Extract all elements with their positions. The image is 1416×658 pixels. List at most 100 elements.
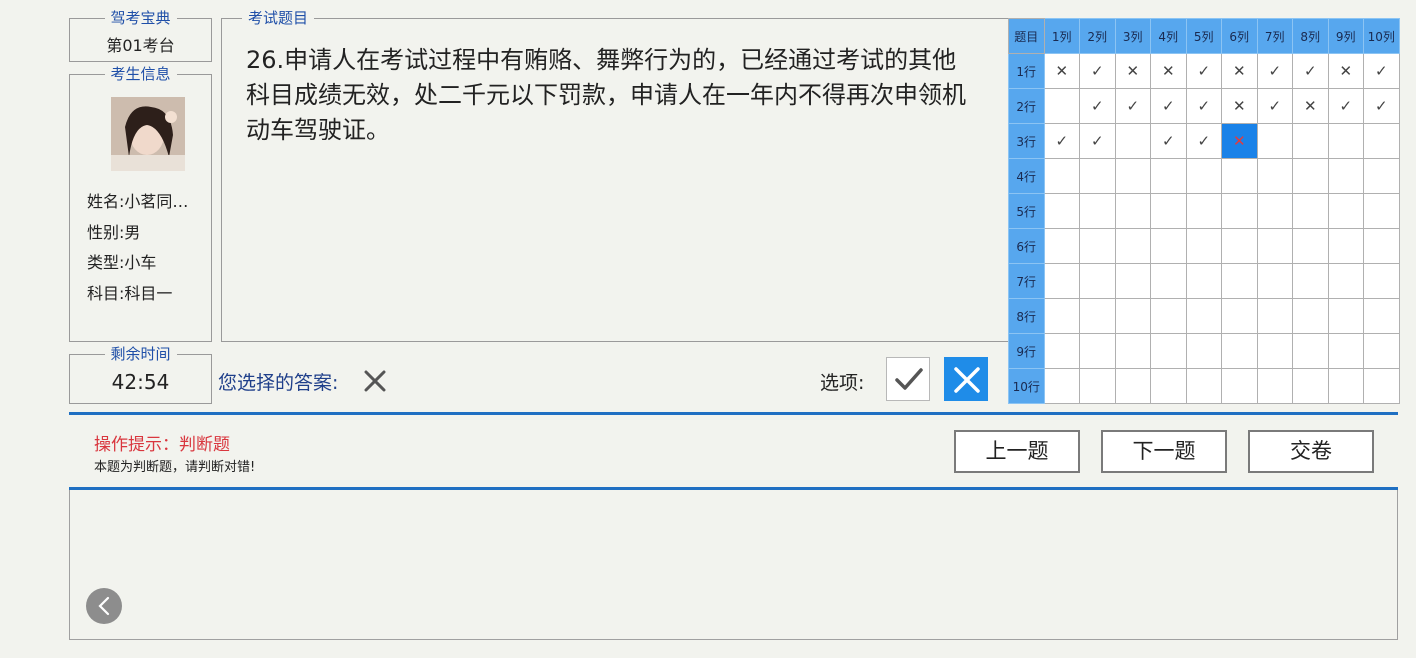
grid-cell[interactable] (1256, 333, 1293, 369)
grid-cell[interactable] (1363, 228, 1400, 264)
grid-cell[interactable] (1185, 158, 1222, 194)
grid-cell[interactable] (1292, 333, 1329, 369)
grid-cell[interactable] (1327, 158, 1364, 194)
grid-cell[interactable] (1043, 88, 1080, 124)
grid-cell[interactable] (1292, 123, 1329, 159)
grid-cell[interactable] (1292, 368, 1329, 404)
grid-cell[interactable] (1043, 333, 1080, 369)
grid-cell[interactable]: ✓ (1185, 53, 1222, 89)
back-button[interactable] (86, 588, 122, 624)
grid-cell[interactable] (1221, 193, 1258, 229)
grid-cell[interactable] (1043, 228, 1080, 264)
grid-cell[interactable] (1150, 333, 1187, 369)
grid-cell[interactable] (1327, 298, 1364, 334)
grid-cell[interactable] (1150, 368, 1187, 404)
grid-cell[interactable] (1043, 193, 1080, 229)
grid-cell[interactable] (1185, 368, 1222, 404)
wrong-option-button[interactable] (944, 357, 988, 401)
grid-cell[interactable] (1114, 228, 1151, 264)
correct-option-button[interactable] (886, 357, 930, 401)
grid-cell[interactable] (1114, 368, 1151, 404)
grid-cell[interactable] (1185, 263, 1222, 299)
submit-exam-button[interactable]: 交卷 (1248, 430, 1374, 473)
grid-cell[interactable] (1079, 368, 1116, 404)
grid-cell[interactable] (1114, 193, 1151, 229)
grid-cell[interactable] (1256, 123, 1293, 159)
grid-cell[interactable] (1079, 298, 1116, 334)
grid-cell[interactable] (1292, 158, 1329, 194)
grid-cell[interactable] (1221, 228, 1258, 264)
grid-cell[interactable] (1292, 298, 1329, 334)
grid-cell[interactable] (1114, 158, 1151, 194)
grid-cell[interactable] (1114, 298, 1151, 334)
grid-cell[interactable]: ✓ (1363, 88, 1400, 124)
grid-cell[interactable] (1221, 333, 1258, 369)
grid-cell[interactable]: ✓ (1079, 123, 1116, 159)
grid-cell[interactable]: ✕ (1292, 88, 1329, 124)
grid-cell[interactable] (1150, 298, 1187, 334)
grid-cell[interactable] (1043, 263, 1080, 299)
grid-cell[interactable] (1256, 263, 1293, 299)
grid-cell[interactable]: ✕ (1043, 53, 1080, 89)
grid-cell[interactable]: ✓ (1079, 88, 1116, 124)
grid-cell[interactable] (1150, 263, 1187, 299)
grid-cell[interactable] (1221, 368, 1258, 404)
grid-cell[interactable]: ✕ (1221, 53, 1258, 89)
previous-question-button[interactable]: 上一题 (954, 430, 1080, 473)
grid-cell[interactable] (1150, 193, 1187, 229)
grid-cell[interactable]: ✓ (1043, 123, 1080, 159)
grid-cell[interactable] (1043, 158, 1080, 194)
grid-cell[interactable] (1327, 263, 1364, 299)
grid-cell[interactable] (1363, 193, 1400, 229)
grid-cell[interactable] (1363, 298, 1400, 334)
grid-cell[interactable] (1114, 333, 1151, 369)
grid-cell[interactable] (1292, 193, 1329, 229)
grid-cell[interactable] (1079, 263, 1116, 299)
grid-cell[interactable]: ✓ (1256, 53, 1293, 89)
grid-cell[interactable] (1363, 158, 1400, 194)
grid-cell[interactable] (1363, 123, 1400, 159)
grid-cell[interactable]: ✓ (1114, 88, 1151, 124)
grid-cell[interactable]: ✕ (1221, 123, 1258, 159)
grid-cell[interactable] (1079, 333, 1116, 369)
grid-cell[interactable]: ✓ (1363, 53, 1400, 89)
grid-cell[interactable] (1327, 193, 1364, 229)
grid-cell[interactable]: ✓ (1150, 123, 1187, 159)
grid-cell[interactable] (1114, 123, 1151, 159)
grid-cell[interactable] (1256, 298, 1293, 334)
grid-cell[interactable] (1363, 368, 1400, 404)
grid-cell[interactable] (1256, 158, 1293, 194)
grid-cell[interactable] (1327, 368, 1364, 404)
grid-cell[interactable] (1292, 263, 1329, 299)
grid-cell[interactable]: ✓ (1150, 88, 1187, 124)
grid-cell[interactable]: ✕ (1150, 53, 1187, 89)
grid-cell[interactable] (1185, 193, 1222, 229)
grid-cell[interactable] (1363, 333, 1400, 369)
grid-cell[interactable] (1150, 158, 1187, 194)
grid-cell[interactable] (1256, 228, 1293, 264)
grid-cell[interactable] (1079, 158, 1116, 194)
grid-cell[interactable] (1327, 123, 1364, 159)
grid-cell[interactable] (1221, 298, 1258, 334)
grid-cell[interactable]: ✓ (1292, 53, 1329, 89)
grid-cell[interactable] (1043, 298, 1080, 334)
grid-cell[interactable]: ✕ (1327, 53, 1364, 89)
grid-cell[interactable] (1114, 263, 1151, 299)
grid-cell[interactable] (1150, 228, 1187, 264)
grid-cell[interactable] (1079, 228, 1116, 264)
next-question-button[interactable]: 下一题 (1101, 430, 1227, 473)
grid-cell[interactable]: ✓ (1079, 53, 1116, 89)
grid-cell[interactable] (1185, 298, 1222, 334)
grid-cell[interactable]: ✕ (1221, 88, 1258, 124)
grid-cell[interactable] (1185, 228, 1222, 264)
grid-cell[interactable] (1079, 193, 1116, 229)
grid-cell[interactable] (1327, 333, 1364, 369)
grid-cell[interactable]: ✓ (1185, 88, 1222, 124)
grid-cell[interactable]: ✓ (1327, 88, 1364, 124)
grid-cell[interactable] (1185, 333, 1222, 369)
grid-cell[interactable] (1256, 193, 1293, 229)
grid-cell[interactable] (1292, 228, 1329, 264)
grid-cell[interactable] (1256, 368, 1293, 404)
grid-cell[interactable] (1327, 228, 1364, 264)
grid-cell[interactable]: ✓ (1256, 88, 1293, 124)
